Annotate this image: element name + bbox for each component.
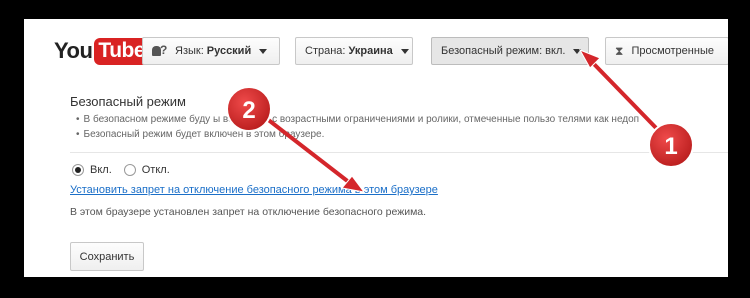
lock-safety-mode-link[interactable]: Установить запрет на отключение безопасн… (70, 184, 438, 196)
radio-empty-icon (123, 164, 136, 176)
radio-on-label: Вкл. (90, 164, 112, 176)
radio-off-label: Откл. (141, 164, 170, 176)
country-button[interactable]: Страна: Украина (295, 37, 413, 65)
bullet-item: • Безопасный режим будет включен в этом б… (76, 129, 325, 140)
safety-mode-radio-group: Вкл. Откл. (72, 164, 182, 176)
safety-description: • В безопасном режиме буду ы все видео с … (76, 112, 639, 142)
youtube-logo[interactable]: You Tube (54, 36, 150, 66)
bullet-item: • В безопасном режиме буду ы все видео с … (76, 114, 640, 125)
language-icon (152, 43, 168, 57)
divider (70, 152, 728, 153)
hourglass-icon: ⧗ (615, 43, 624, 58)
country-prefix: Страна: (305, 45, 346, 57)
safety-mode-button[interactable]: Безопасный режим: вкл. (431, 37, 589, 65)
radio-on[interactable]: Вкл. (72, 164, 112, 176)
safety-section-title: Безопасный режим (70, 94, 186, 109)
save-button[interactable]: Сохранить (70, 242, 144, 271)
chevron-down-icon (573, 48, 582, 54)
country-value: Украина (348, 45, 393, 57)
logo-you-text: You (54, 38, 93, 63)
language-prefix: Язык: (175, 45, 204, 57)
youtube-settings-window: You Tube Язык: Русский Страна: Украина Б… (24, 19, 728, 277)
radio-selected-icon (72, 164, 84, 176)
language-button[interactable]: Язык: Русский (142, 37, 280, 65)
history-label: Просмотренные (631, 45, 714, 57)
logo-tube-text: Tube (94, 37, 150, 65)
history-button[interactable]: ⧗ Просмотренные (605, 37, 728, 65)
language-value: Русский (206, 45, 252, 57)
chevron-down-icon (259, 48, 268, 54)
safety-mode-label: Безопасный режим: вкл. (441, 45, 566, 57)
radio-off[interactable]: Откл. (123, 164, 170, 176)
chevron-down-icon (400, 48, 409, 54)
lock-status-text: В этом браузере установлен запрет на отк… (70, 206, 427, 218)
